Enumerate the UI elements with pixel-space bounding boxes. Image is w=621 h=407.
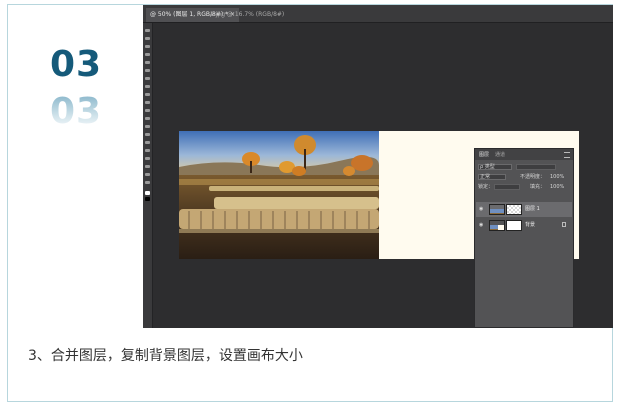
- layer-thumbnail: [489, 204, 505, 215]
- tab-layers[interactable]: 图层: [479, 151, 489, 159]
- canvas-photo-layer[interactable]: [179, 131, 379, 259]
- opacity-label: 不透明度：: [520, 174, 546, 180]
- autumn-field-photo: [179, 131, 379, 259]
- layers-panel: 图层 通道 ρ 类型 正常 不透明度： 100% 锁定： 填充： 100% ◉: [474, 148, 574, 328]
- crop-tool-icon[interactable]: [145, 61, 150, 64]
- layer-name: 背景: [525, 222, 536, 228]
- layer-filter-row: ρ 类型: [478, 163, 570, 171]
- step-caption: 3、合并图层，复制背景图层，设置画布大小: [28, 348, 303, 364]
- layers-panel-header: 图层 通道: [475, 149, 573, 160]
- visibility-eye-icon[interactable]: ◉: [479, 207, 483, 212]
- marquee-tool-icon[interactable]: [145, 37, 150, 40]
- blend-mode-value: 正常: [480, 174, 491, 180]
- fill-label: 填充：: [530, 184, 546, 190]
- eyedropper-tool-icon[interactable]: [145, 69, 150, 72]
- step-number-reflection: 03: [50, 91, 103, 132]
- tab-channels[interactable]: 通道: [495, 151, 505, 159]
- layer-mask-thumbnail: [506, 204, 522, 215]
- lock-label: 锁定：: [478, 184, 494, 190]
- type-tool-icon[interactable]: [145, 149, 150, 152]
- step-number: 03: [50, 44, 103, 85]
- lock-icon: [562, 222, 566, 227]
- panel-menu-icon[interactable]: [564, 152, 570, 158]
- tools-panel: [143, 23, 153, 328]
- healing-tool-icon[interactable]: [145, 77, 150, 80]
- document-tab-bar: @ 50% (图层 1, RGB/8#) * × 2.jpg @ 16.7% (…: [143, 5, 613, 23]
- zoom-tool-icon[interactable]: [145, 181, 150, 184]
- layer-row-layer1[interactable]: ◉ 图层 1: [476, 202, 572, 217]
- foreground-color-swatch[interactable]: [145, 191, 150, 195]
- stamp-tool-icon[interactable]: [145, 93, 150, 96]
- opacity-value[interactable]: 100%: [550, 173, 564, 181]
- shape-tool-icon[interactable]: [145, 165, 150, 168]
- pen-tool-icon[interactable]: [145, 141, 150, 144]
- hand-tool-icon[interactable]: [145, 173, 150, 176]
- layer-thumbnail: [489, 220, 505, 231]
- lock-fill-row: 锁定： 填充： 100%: [478, 183, 570, 191]
- layer-preview-thumbnail: [506, 220, 522, 231]
- gradient-tool-icon[interactable]: [145, 117, 150, 120]
- quick-select-tool-icon[interactable]: [145, 53, 150, 56]
- blur-tool-icon[interactable]: [145, 125, 150, 128]
- kind-filter-label: ρ 类型: [480, 164, 495, 170]
- path-select-tool-icon[interactable]: [145, 157, 150, 160]
- brush-tool-icon[interactable]: [145, 85, 150, 88]
- visibility-eye-icon[interactable]: ◉: [479, 223, 483, 228]
- blend-opacity-row: 正常 不透明度： 100%: [478, 173, 570, 181]
- layer-name: 图层 1: [525, 206, 540, 212]
- document-tab-2[interactable]: 2.jpg @ 16.7% (RGB/8#): [206, 8, 288, 22]
- lasso-tool-icon[interactable]: [145, 45, 150, 48]
- layer-row-background[interactable]: ◉ 背景: [476, 218, 572, 233]
- photoshop-screenshot: @ 50% (图层 1, RGB/8#) * × 2.jpg @ 16.7% (…: [143, 5, 613, 328]
- fill-value[interactable]: 100%: [550, 183, 564, 191]
- background-color-swatch[interactable]: [145, 197, 150, 201]
- move-tool-icon[interactable]: [145, 29, 150, 32]
- filter-icons[interactable]: [516, 164, 556, 170]
- lock-options-icons[interactable]: [494, 184, 520, 190]
- dodge-tool-icon[interactable]: [145, 133, 150, 136]
- eraser-tool-icon[interactable]: [145, 109, 150, 112]
- history-brush-tool-icon[interactable]: [145, 101, 150, 104]
